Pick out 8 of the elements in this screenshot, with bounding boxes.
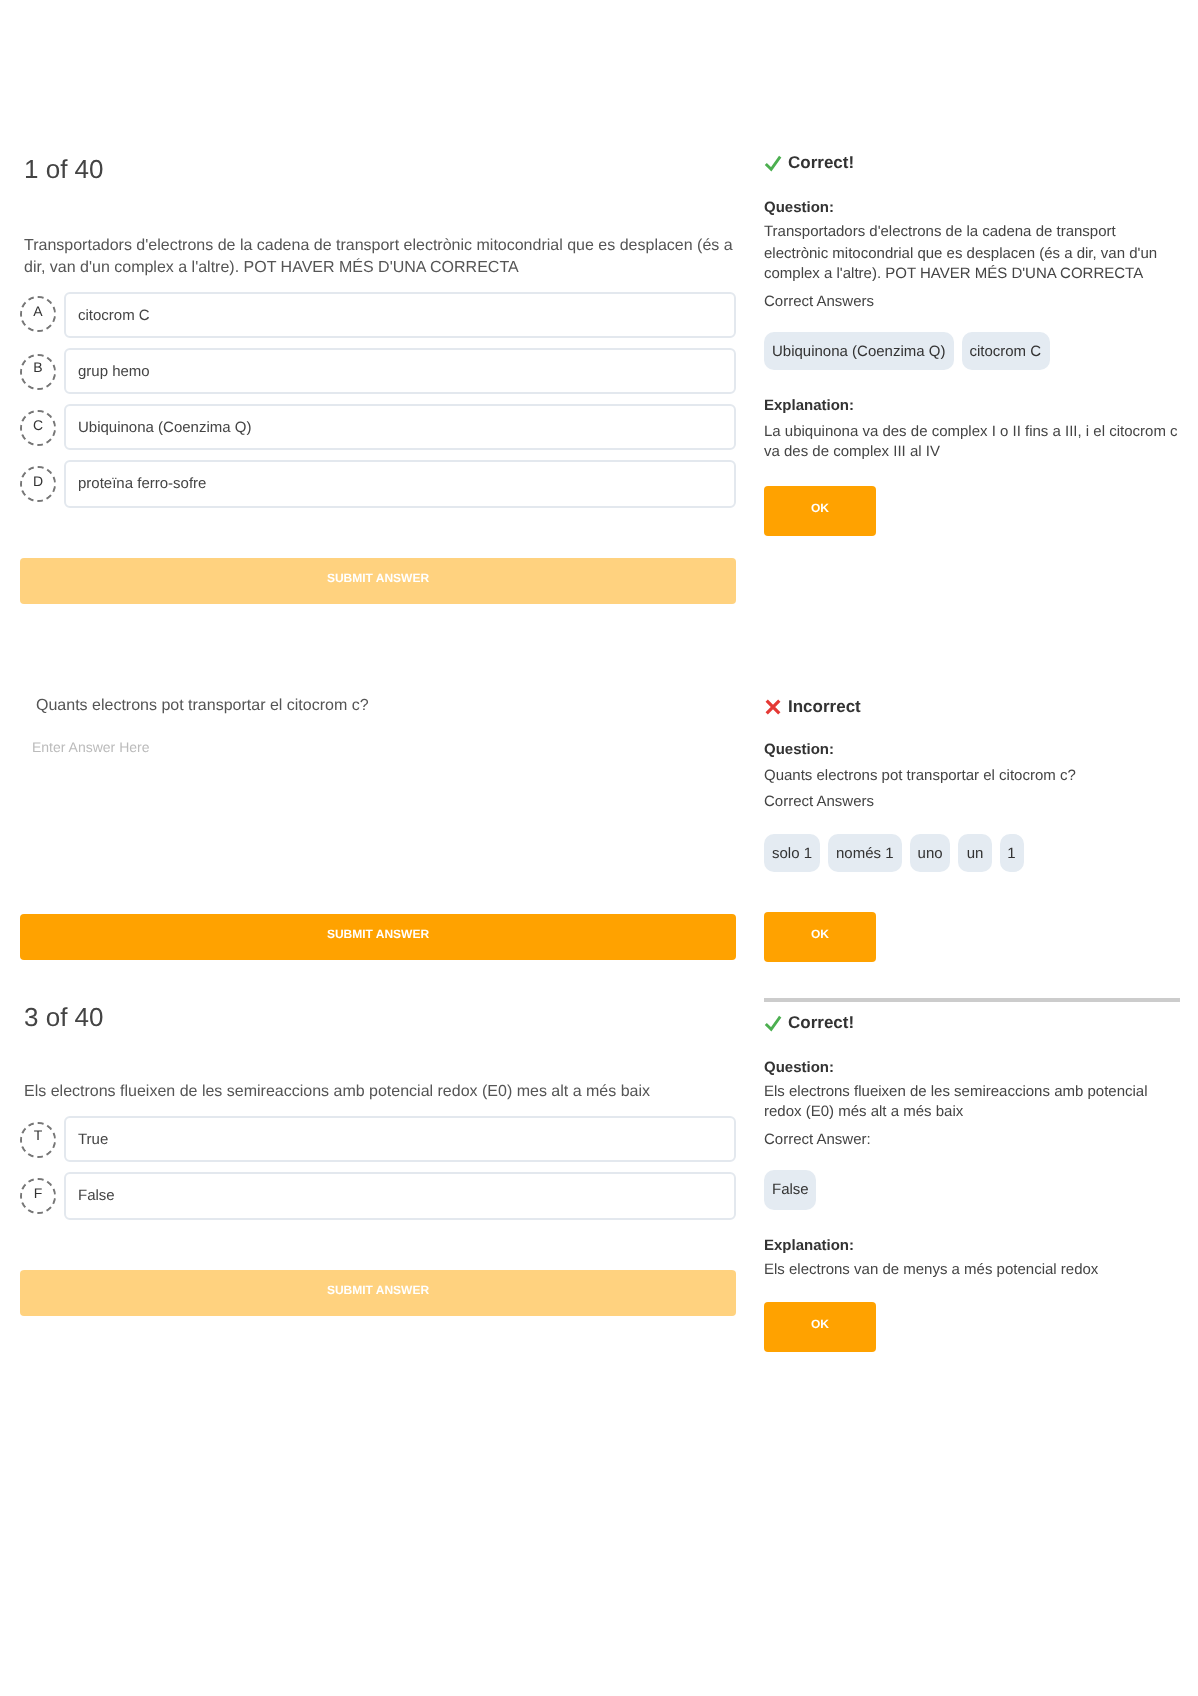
question-counter: 3 of 40	[24, 999, 106, 1036]
feedback-status: Correct!	[788, 150, 855, 176]
feedback-status: Correct!	[788, 1009, 855, 1036]
question-text: Quants electrons pot transportar el citocrom c?	[36, 693, 371, 717]
question-text: Els electrons flueixen de les semireaccions amb potencial redox (E0) mes alt a més baix	[24, 1080, 653, 1105]
feedback-status: Incorrect	[788, 693, 861, 719]
question-counter: 1 of 40	[24, 152, 106, 188]
question-text: Transportadors d'electrons de la cadena de transport electrònic mitocondrial que es desplacen (és a dir, van d'un complex a l'altre). POT HAVER MÉS D'UNA CORRECTA	[24, 233, 735, 280]
